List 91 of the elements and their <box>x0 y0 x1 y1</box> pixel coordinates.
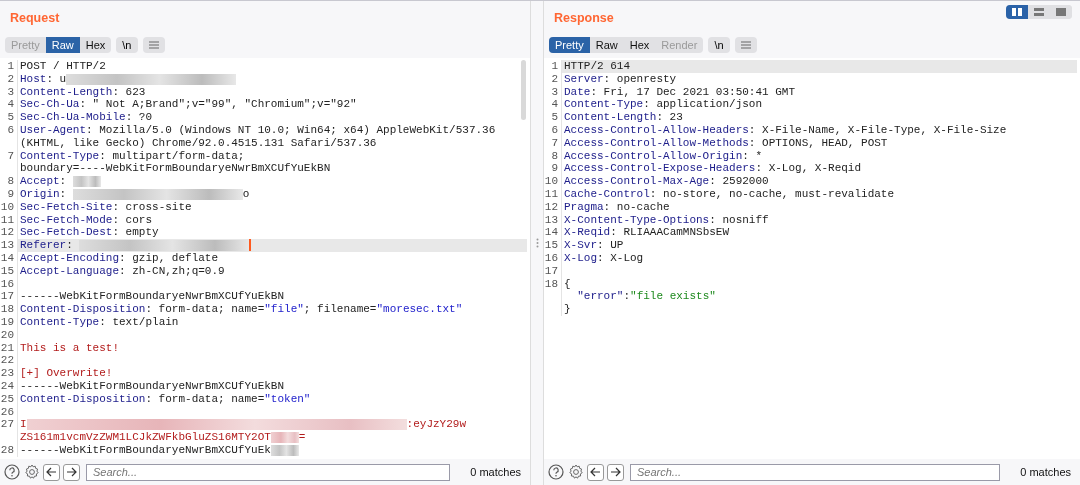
code-line: This is a test! <box>19 341 120 355</box>
code-line: Sec-Ch-Ua-Mobile: ?0 <box>19 111 153 124</box>
layout-toggle[interactable] <box>1028 5 1050 19</box>
settings-icon[interactable] <box>567 463 584 481</box>
code-line: POST / HTTP/2 <box>19 60 106 73</box>
line-number: 17 <box>0 290 18 304</box>
code-line: { <box>563 277 571 291</box>
view-tab[interactable]: Hex <box>79 37 112 53</box>
code-line: Date: Fri, 17 Dec 2021 03:50:41 GMT <box>563 85 796 99</box>
line-number: 10 <box>544 175 562 188</box>
help-icon[interactable] <box>3 463 20 481</box>
line-number: 1 <box>544 60 562 73</box>
code-line: Content-Disposition: form-data; name="file"; filename="moresec.txt" <box>19 303 463 316</box>
line-number: 18 <box>0 303 18 316</box>
code-line: Pragma: no-cache <box>563 200 670 214</box>
pane-title: Response <box>554 10 614 25</box>
view-tab[interactable]: Hex <box>623 37 656 53</box>
code-line: User-Agent: Mozilla/5.0 (Windows NT 10.0; Win64; x64) AppleWebKit/537.36 <box>19 124 496 137</box>
code-line: Access-Control-Allow-Headers: X-File-Name, X-File-Type, X-File-Size <box>563 124 1007 137</box>
search-field[interactable]: Search... <box>86 463 450 481</box>
code-line: boundary=----WebKitFormBoundaryeNwrBmXCUfYuEkBN <box>19 162 331 176</box>
line-number: 27 <box>0 418 18 432</box>
code-line: Referer: <box>18 239 252 252</box>
code-line: ZS161m1vcmVzZWM1LCJkZWFkbGluZS16MTY2OT = <box>19 431 306 444</box>
code-line: Host: u <box>18 72 237 86</box>
square-icon <box>1056 8 1066 16</box>
view-tab[interactable]: Pretty <box>549 37 590 53</box>
code-line: Accept: <box>18 175 101 188</box>
menu-icon <box>740 41 751 49</box>
code-line: Content-Length: 23 <box>563 111 683 124</box>
code-line: ------WebKitFormBoundaryeNwrBmXCUfYuEkBN <box>19 379 285 393</box>
newline-toggle[interactable]: \n <box>708 37 730 53</box>
columns-icon <box>1012 8 1022 16</box>
code-line: Access-Control-Allow-Methods: OPTIONS, HEAD, POST <box>563 136 888 150</box>
resize-handle-icon[interactable] <box>535 238 539 248</box>
layout-toggle[interactable] <box>1006 5 1028 19</box>
pane-title: Request <box>10 10 60 25</box>
code-line: Content-Type: multipart/form-data; <box>19 149 245 163</box>
line-number: 23 <box>0 367 18 380</box>
code-line: Accept-Language: zh-CN,zh;q=0.9 <box>19 264 225 278</box>
code-line: Content-Disposition: form-data; name="token" <box>19 392 311 406</box>
code-line: HTTP/2 614 <box>563 60 630 73</box>
code-line: Content-Type: text/plain <box>19 315 179 329</box>
menu-icon <box>148 41 159 49</box>
code-line: ------WebKitFormBoundaryeNwrBmXCUfYuEk <box>18 443 299 457</box>
help-icon[interactable] <box>547 463 564 481</box>
code-line: Sec-Fetch-Dest: empty <box>19 226 159 240</box>
code-line: Access-Control-Allow-Origin: * <box>563 149 763 163</box>
line-number: 13 <box>0 239 18 252</box>
search-field[interactable]: Search... <box>630 463 1000 481</box>
previous-button[interactable] <box>43 463 60 481</box>
redaction-block <box>270 444 299 456</box>
code-line: Cache-Control: no-store, no-cache, must-revalidate <box>563 187 895 201</box>
line-number: 14 <box>544 226 562 240</box>
code-line: Access-Control-Expose-Headers: X-Log, X-Reqid <box>563 162 862 176</box>
code-line: (KHTML, like Gecko) Chrome/92.0.4515.131 Safari/537.36 <box>19 136 377 150</box>
line-number: 12 <box>0 226 18 240</box>
rows-icon <box>1034 8 1044 16</box>
code-line: } <box>563 303 571 316</box>
code-line: Server: openresty <box>563 72 677 86</box>
code-line: Accept-Encoding: gzip, deflate <box>19 251 219 265</box>
code-line: ------WebKitFormBoundaryeNwrBmXCUfYuEkBN <box>19 290 285 304</box>
code-line: Origin: o <box>19 187 250 201</box>
next-button[interactable] <box>607 463 624 481</box>
menu-button[interactable] <box>734 37 757 53</box>
next-button[interactable] <box>63 463 80 481</box>
view-tab[interactable]: Raw <box>589 37 624 53</box>
line-number: 22 <box>0 354 18 368</box>
code-line: "error":"file exists" <box>576 290 716 304</box>
newline-toggle[interactable]: \n <box>116 37 138 53</box>
match-count: 0 matches <box>469 466 522 478</box>
layout-toggle[interactable] <box>1050 5 1072 19</box>
code-line: X-Content-Type-Options: nosniff <box>563 213 769 227</box>
code-line: Sec-Ch-Ua: " Not A;Brand";v="99", "Chromium";v="92" <box>19 98 357 112</box>
code-line: X-Log: X-Log <box>563 251 644 265</box>
code-line: [+] Overwrite! <box>19 367 113 380</box>
view-tab[interactable]: Raw <box>45 37 80 53</box>
settings-icon[interactable] <box>23 463 40 481</box>
code-line: X-Reqid: RLIAAACamMNSbsEW <box>563 226 730 240</box>
code-line: I :eyJzY29w <box>19 418 467 432</box>
code-line: Access-Control-Max-Age: 2592000 <box>563 175 769 188</box>
code-line: X-Svr: UP <box>563 239 624 252</box>
line-number: 15 <box>544 239 562 252</box>
code-line: Sec-Fetch-Mode: cors <box>19 213 153 227</box>
scrollbar[interactable] <box>521 60 526 120</box>
code-line: Sec-Fetch-Site: cross-site <box>19 200 192 214</box>
previous-button[interactable] <box>587 463 604 481</box>
match-count: 0 matches <box>1019 466 1072 478</box>
code-line: Content-Length: 623 <box>19 85 146 99</box>
code-line: Content-Type: application/json <box>563 98 763 112</box>
menu-button[interactable] <box>142 37 165 53</box>
